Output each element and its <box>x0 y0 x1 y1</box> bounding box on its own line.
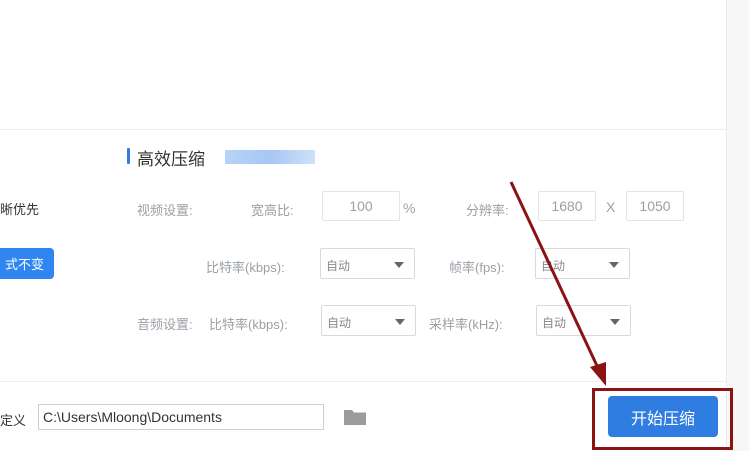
resolution-label: 分辨率: <box>466 203 509 218</box>
resolution-height-input[interactable]: 1050 <box>626 191 684 221</box>
scrollbar[interactable] <box>726 0 749 451</box>
framerate-select[interactable]: 自动 <box>535 248 630 279</box>
divider <box>0 129 726 130</box>
keep-format-button[interactable]: 式不变 <box>0 248 54 279</box>
section-marker <box>127 148 130 164</box>
video-bitrate-label: 比特率(kbps): <box>206 260 285 275</box>
quality-priority-label[interactable]: 晰优先 <box>0 199 39 218</box>
chevron-down-icon <box>609 262 619 268</box>
chevron-down-icon <box>395 319 405 325</box>
resolution-height-value: 1050 <box>639 198 671 214</box>
annotation-highlight-box <box>592 388 733 450</box>
audio-bitrate-label: 比特率(kbps): <box>209 317 288 332</box>
annotation-arrow <box>509 181 606 386</box>
output-path-input[interactable]: C:\Users\Mloong\Documents <box>38 404 324 430</box>
chevron-down-icon <box>610 319 620 325</box>
framerate-value: 自动 <box>541 259 566 273</box>
samplerate-select[interactable]: 自动 <box>536 305 631 336</box>
keep-format-label: 式不变 <box>4 257 44 272</box>
video-settings-label: 视频设置: <box>137 203 193 218</box>
audio-bitrate-select[interactable]: 自动 <box>321 305 416 336</box>
framerate-label: 帧率(fps): <box>449 260 505 275</box>
resolution-width-input[interactable]: 1680 <box>538 191 596 221</box>
blurred-region <box>225 150 315 164</box>
samplerate-label: 采样率(kHz): <box>429 317 503 332</box>
aspect-ratio-value: 100 <box>349 198 373 214</box>
samplerate-value: 自动 <box>542 316 567 330</box>
custom-path-label[interactable]: 定义 <box>0 410 26 429</box>
video-bitrate-value: 自动 <box>326 259 351 273</box>
aspect-ratio-input[interactable]: 100 <box>322 191 400 221</box>
output-path-value: C:\Users\Mloong\Documents <box>43 409 222 425</box>
video-bitrate-select[interactable]: 自动 <box>320 248 415 279</box>
chevron-down-icon <box>394 262 404 268</box>
aspect-unit: % <box>403 200 416 216</box>
aspect-ratio-label: 宽高比: <box>251 203 294 218</box>
folder-icon[interactable] <box>343 408 367 426</box>
resolution-width-value: 1680 <box>551 198 583 214</box>
section-title: 高效压缩 <box>137 150 205 169</box>
resolution-separator: X <box>606 199 616 215</box>
divider <box>0 381 726 382</box>
audio-bitrate-value: 自动 <box>327 316 352 330</box>
audio-settings-label: 音频设置: <box>137 317 193 332</box>
